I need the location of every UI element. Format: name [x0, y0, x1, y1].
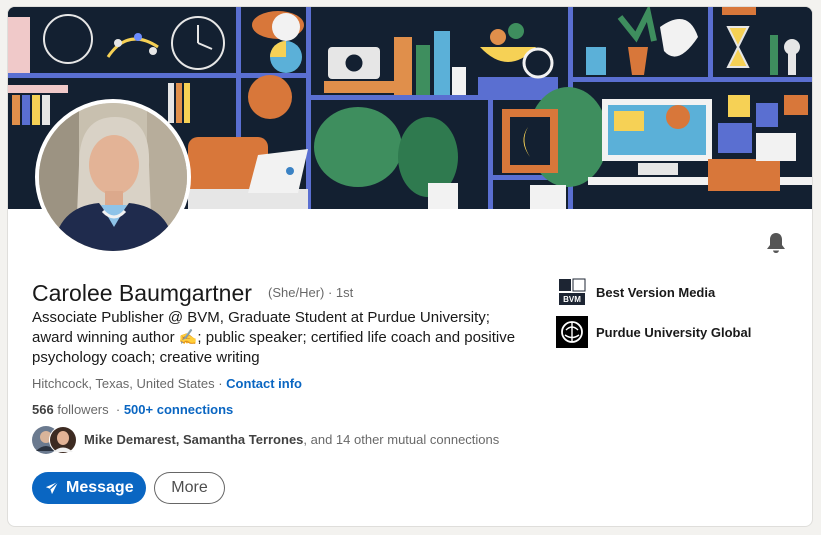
contact-info-link[interactable]: Contact info [226, 376, 302, 391]
connections-separator: · [115, 402, 121, 417]
profile-name: Carolee Baumgartner [32, 280, 252, 306]
connections-link[interactable]: 500+ connections [124, 402, 233, 417]
mutual-rest: , and 14 other mutual connections [303, 432, 500, 447]
followers-row: 566 followers · 500+ connections [32, 402, 233, 417]
mutual-names: Mike Demarest, Samantha Terrones [84, 432, 304, 447]
location-separator: · [218, 376, 223, 391]
bvm-logo-text: BVM [563, 295, 581, 304]
education-purdue-university-global[interactable]: Purdue University Global [556, 316, 751, 348]
more-button[interactable]: More [154, 472, 225, 504]
avatar-photo [39, 103, 187, 251]
followers-count: 566 [32, 402, 54, 417]
profile-card: Carolee Baumgartner (She/Her) · 1st Asso… [7, 6, 813, 527]
profile-pronouns-degree: (She/Her) · 1st [268, 285, 354, 300]
bvm-logo: BVM [556, 276, 588, 308]
mutual-avatar-images [32, 426, 77, 454]
mutual-avatars [32, 425, 78, 455]
notify-bell-button[interactable] [764, 231, 788, 255]
message-button-label: Message [66, 479, 134, 496]
education-label: Purdue University Global [596, 324, 752, 340]
profile-avatar[interactable] [35, 99, 191, 255]
bell-icon [767, 233, 785, 253]
purdue-global-logo [556, 316, 588, 348]
experience-label: Best Version Media [596, 284, 716, 300]
profile-headline: Associate Publisher @ BVM, Graduate Stud… [32, 309, 516, 366]
message-button[interactable]: Message [32, 472, 146, 504]
mutual-connections-text: Mike Demarest, Samantha Terrones, and 14… [84, 432, 499, 447]
profile-location: Hitchcock, Texas, United States [32, 376, 215, 391]
paper-plane-icon [45, 481, 59, 495]
followers-label: followers [57, 402, 109, 417]
experience-best-version-media[interactable]: BVM Best Version Media [556, 276, 715, 308]
location-row: Hitchcock, Texas, United States · Contac… [32, 376, 302, 391]
